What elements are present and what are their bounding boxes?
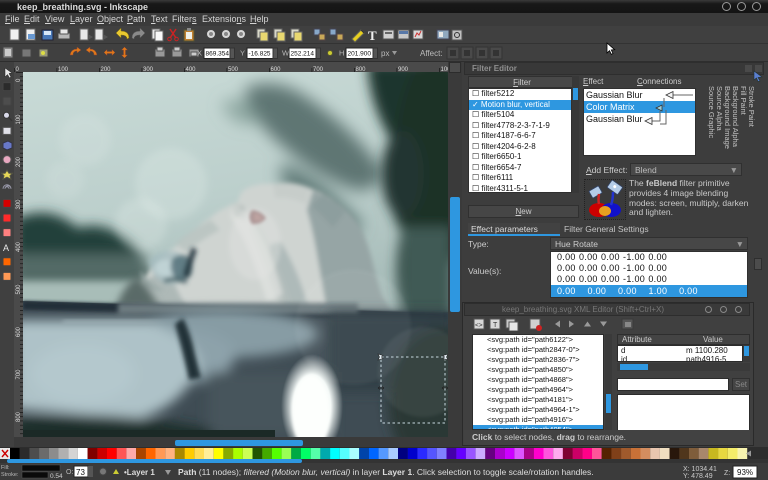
svg-text:O:: O: [66,469,73,476]
svg-text:Fill:: Fill: [1,465,10,471]
svg-text:•Layer 1: •Layer 1 [124,468,155,477]
svg-text:Y: Y [240,49,245,58]
svg-text:X: 1034.41: X: 1034.41 [683,466,717,473]
svg-text:600: 600 [16,326,22,337]
svg-text:Affect:: Affect: [420,49,443,58]
svg-text:Source Graphic: Source Graphic [707,86,716,138]
svg-text:869.354: 869.354 [206,51,230,58]
svg-text:300: 300 [16,199,22,210]
svg-text:400: 400 [16,241,22,252]
svg-text:X: X [197,49,202,58]
svg-text:Stroke:: Stroke: [1,472,19,478]
svg-text:H: H [339,49,344,58]
svg-text:Z:: Z: [724,470,730,477]
svg-text:93%: 93% [737,468,753,477]
svg-text:Y: 478.49: Y: 478.49 [683,473,713,480]
svg-text:A: A [3,243,9,253]
svg-text:px: px [381,49,389,58]
svg-text:73: 73 [76,468,85,477]
svg-text:Fill Paint: Fill Paint [739,86,748,116]
svg-text:100: 100 [16,114,22,125]
svg-text:Stroke Paint: Stroke Paint [747,86,756,128]
svg-text:200: 200 [16,156,22,167]
svg-text:Source Alpha: Source Alpha [715,86,724,131]
svg-text:500: 500 [16,284,22,295]
svg-text:201.900: 201.900 [348,51,372,58]
svg-text:0.54: 0.54 [50,473,63,480]
svg-text:Path (11 nodes); filtered (Mot: Path (11 nodes); filtered (Motion blur, … [178,467,594,477]
svg-text:T: T [368,28,377,43]
svg-text:Background Image: Background Image [723,86,732,149]
svg-text:800: 800 [16,411,22,422]
svg-text:700: 700 [16,369,22,380]
svg-text:252.214: 252.214 [291,51,315,58]
svg-text:<>: <> [475,322,483,329]
svg-text:Background Alpha: Background Alpha [731,86,740,148]
svg-text:T: T [493,322,498,329]
svg-text:-16.825: -16.825 [249,51,271,58]
